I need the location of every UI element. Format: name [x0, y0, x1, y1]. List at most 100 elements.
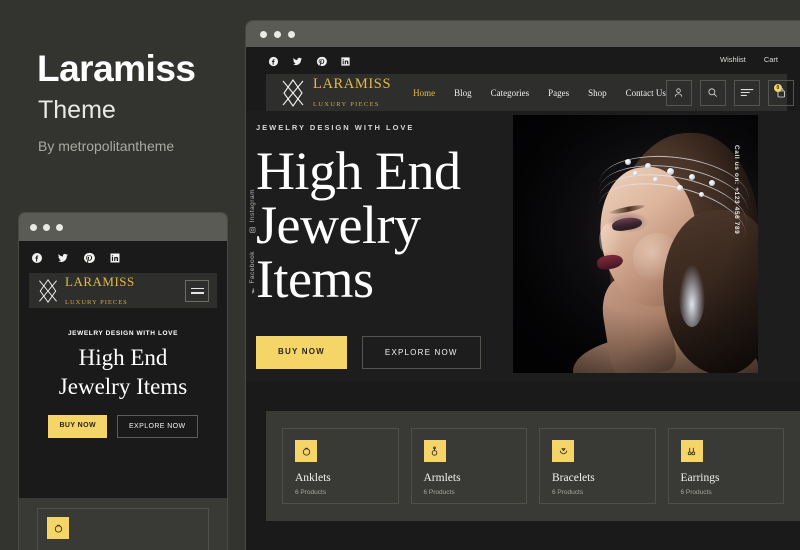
nav-item-blog[interactable]: Blog: [454, 88, 472, 98]
cart-link[interactable]: Cart: [764, 55, 778, 64]
anklet-ring-icon: [47, 517, 69, 539]
hero-heading: High End Jewelry Items: [256, 144, 556, 306]
menu-line: [190, 287, 204, 289]
mobile-viewport: LARAMISS LUXURY PIECES JEWELRY DESIGN WI…: [19, 241, 227, 550]
diamond-logo-icon: [282, 78, 304, 107]
categories-section: Anklets 6 Products Armlets 6 Products Br…: [266, 411, 800, 521]
category-name: Anklets: [295, 472, 331, 484]
menu-line: [190, 292, 204, 294]
hero-social-rail: Facebook Instagram: [249, 189, 256, 295]
nav-item-categories[interactable]: Categories: [491, 88, 530, 98]
mobile-hero-buttons: BUY NOW EXPLORE NOW: [19, 415, 227, 439]
bracelet-icon: [552, 440, 574, 462]
rail-instagram-label: Instagram: [249, 189, 256, 223]
window-dot-close[interactable]: [30, 223, 37, 231]
site-logo-tagline: LUXURY PIECES: [313, 100, 380, 108]
mobile-menu-button[interactable]: [185, 279, 209, 302]
site-topbar: Wishlist Cart: [246, 47, 800, 71]
window-dot-maximize[interactable]: [56, 223, 63, 231]
linkedin-icon[interactable]: [109, 251, 121, 263]
menu-lines-button[interactable]: [733, 79, 760, 106]
mobile-hero-heading-line2: Jewelry Items: [58, 373, 188, 399]
category-count: 6 Products: [295, 489, 327, 496]
category-name: Armlets: [423, 472, 461, 484]
category-count: 6 Products: [552, 489, 584, 496]
mobile-buy-now-button[interactable]: BUY NOW: [48, 415, 107, 439]
category-card-bracelets[interactable]: Bracelets 6 Products: [539, 428, 656, 504]
rail-facebook-label: Facebook: [249, 251, 256, 284]
topbar-social-row: [268, 54, 351, 66]
nav-item-contact-us[interactable]: Contact Us: [626, 88, 666, 98]
screenshot-stage: Laramiss Theme By metropolitantheme LARA…: [0, 0, 800, 550]
wishlist-link[interactable]: Wishlist: [720, 55, 746, 64]
category-card-anklets[interactable]: Anklets 6 Products: [282, 428, 399, 504]
mobile-explore-now-button[interactable]: EXPLORE NOW: [116, 415, 198, 439]
topbar-links: Wishlist Cart: [720, 55, 778, 64]
theme-name: Laramiss: [37, 48, 196, 89]
mobile-social-row: [19, 241, 227, 271]
category-card-armlets[interactable]: Armlets 6 Products: [410, 428, 527, 504]
rail-instagram[interactable]: Instagram: [249, 189, 256, 233]
site-logo-brand: LARAMISS: [313, 75, 392, 92]
nav-item-shop[interactable]: Shop: [588, 88, 607, 98]
theme-subtitle: Theme: [38, 96, 116, 124]
site-logo[interactable]: LARAMISS LUXURY PIECES: [280, 75, 391, 111]
category-count: 6 Products: [423, 489, 455, 496]
hero-eyebrow: JEWELRY DESIGN WITH LOVE: [256, 123, 415, 132]
mobile-logo[interactable]: LARAMISS LUXURY PIECES: [37, 273, 135, 309]
window-dot-minimize[interactable]: [274, 30, 281, 38]
earrings-icon: [680, 440, 703, 462]
hero-heading-line1: High End: [256, 141, 461, 201]
main-menu: Home Blog Categories Pages Shop Contact …: [413, 88, 666, 98]
browser-titlebar: [246, 21, 800, 47]
armlet-icon: [423, 440, 446, 462]
cart-count-badge: 0: [773, 83, 782, 92]
theme-author: By metropolitantheme: [38, 138, 175, 154]
hero-buttons: BUY NOW EXPLORE NOW: [256, 336, 556, 369]
rail-facebook[interactable]: Facebook: [249, 251, 256, 295]
desktop-preview-mockup: Wishlist Cart LARAMISS LUXURY PIECES Hom…: [245, 20, 800, 550]
window-dot-maximize[interactable]: [288, 30, 295, 38]
nav-item-pages[interactable]: Pages: [548, 88, 569, 98]
hero-image: Call us on: +123 456 789: [513, 115, 758, 373]
buy-now-button[interactable]: BUY NOW: [256, 336, 347, 369]
hero-heading-line2: Jewelry: [256, 195, 421, 255]
site-navbar: LARAMISS LUXURY PIECES Home Blog Categor…: [266, 74, 794, 111]
window-dot-close[interactable]: [260, 30, 267, 38]
anklet-ring-icon: [295, 440, 317, 462]
hero-copy: JEWELRY DESIGN WITH LOVE High End Jewelr…: [256, 123, 556, 369]
diamond-logo-icon: [39, 278, 57, 303]
twitter-icon[interactable]: [57, 251, 69, 263]
mobile-hero-heading: High End Jewelry Items: [19, 344, 227, 401]
pinterest-icon[interactable]: [83, 251, 95, 263]
linkedin-icon[interactable]: [340, 54, 351, 66]
category-name: Bracelets: [552, 472, 595, 484]
mobile-hero-heading-line1: High End: [78, 345, 168, 370]
mobile-categories-panel: [19, 498, 227, 550]
account-button[interactable]: [665, 79, 692, 106]
twitter-icon[interactable]: [292, 54, 303, 65]
hero-section: Facebook Instagram JEWELRY DESIGN WITH L…: [246, 111, 800, 381]
theme-info-panel: Laramiss Theme By metropolitantheme LARA…: [0, 0, 245, 550]
category-count: 6 Products: [680, 489, 712, 496]
search-button[interactable]: [699, 79, 726, 106]
cart-button[interactable]: 0: [767, 79, 794, 106]
mobile-titlebar: [19, 213, 227, 241]
mobile-category-card[interactable]: [37, 508, 209, 550]
mobile-logo-brand: LARAMISS: [65, 273, 135, 289]
portrait-illustration: [513, 115, 758, 373]
category-card-earrings[interactable]: Earrings 6 Products: [667, 428, 784, 504]
nav-actions: 0: [665, 79, 794, 106]
hero-heading-line3: Items: [256, 249, 374, 309]
explore-now-button[interactable]: EXPLORE NOW: [361, 336, 481, 369]
window-dot-minimize[interactable]: [43, 223, 50, 231]
call-us-label: Call us on: +123 456 789: [733, 145, 740, 235]
category-name: Earrings: [680, 472, 720, 484]
facebook-icon[interactable]: [31, 251, 43, 263]
facebook-icon[interactable]: [268, 54, 279, 66]
mobile-hero-eyebrow: JEWELRY DESIGN WITH LOVE: [67, 330, 179, 337]
pinterest-icon[interactable]: [316, 54, 327, 66]
mobile-preview-mockup: LARAMISS LUXURY PIECES JEWELRY DESIGN WI…: [18, 212, 228, 550]
nav-item-home[interactable]: Home: [413, 88, 435, 98]
mobile-logo-tagline: LUXURY PIECES: [65, 298, 128, 306]
